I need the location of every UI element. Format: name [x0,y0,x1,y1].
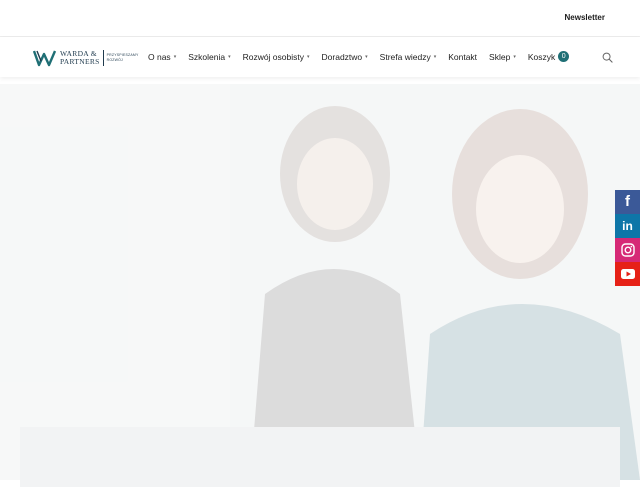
content-card [20,427,620,487]
logo-w-icon [33,50,57,67]
chevron-down-icon: ▾ [365,53,368,60]
menu-item-label: Sklep [489,51,511,62]
main-navbar: WARDA & PARTNERS PRZYSPIESZAMY ROZWÓJ O … [0,37,640,77]
chevron-down-icon: ▾ [433,53,437,60]
chevron-down-icon: ▾ [513,53,516,60]
hero-banner [0,84,640,480]
menu-item-label: Doradztwo [321,51,363,62]
logo-divider [102,50,104,66]
logo[interactable]: WARDA & PARTNERS PRZYSPIESZAMY ROZWÓJ [33,48,139,68]
facebook-icon[interactable]: f [615,190,640,214]
cart-count-badge: 0 [558,51,570,62]
youtube-glyph [620,269,635,279]
chevron-down-icon: ▾ [228,53,231,60]
social-sidebar: f in [615,190,640,286]
menu-item-label: Kontakt [448,51,478,62]
instagram-glyph [620,243,635,257]
menu-item-kontakt[interactable]: Kontakt [448,52,477,62]
menu-item-strefa-wiedzy[interactable]: Strefa wiedzy ▾ [380,52,437,62]
youtube-icon[interactable] [615,262,640,286]
newsletter-link[interactable]: Newsletter [565,13,605,22]
search-icon[interactable] [602,52,613,63]
menu-item-szkolenia[interactable]: Szkolenia ▾ [188,52,230,62]
menu-item-label: Strefa wiedzy [379,51,431,62]
menu-item-label: O nas [148,51,171,62]
main-menu: O nas ▾ Szkolenia ▾ Rozwój osobisty ▾ Dorad… [148,51,581,62]
logo-tagline-2: ROZWÓJ [106,58,123,62]
chevron-down-icon: ▾ [173,53,177,60]
linkedin-icon[interactable]: in [615,214,640,238]
cart-label: Koszyk [527,51,556,62]
menu-item-rozwoj-osobisty[interactable]: Rozwój osobisty ▾ [243,52,310,62]
menu-item-label: Rozwój osobisty [242,51,304,62]
menu-item-sklep[interactable]: Sklep ▾ [489,52,516,62]
cart-link[interactable]: Koszyk 0 [527,51,570,62]
menu-item-doradztwo[interactable]: Doradztwo ▾ [322,52,368,62]
instagram-icon[interactable] [615,238,640,262]
chevron-down-icon: ▾ [307,53,310,60]
logo-tagline: PRZYSPIESZAMY ROZWÓJ [107,53,139,63]
hero-overlay [0,84,640,480]
logo-wordmark: WARDA & PARTNERS [60,50,100,66]
top-bar: Newsletter [0,0,640,37]
logo-line2: PARTNERS [60,57,100,66]
menu-item-label: Szkolenia [188,51,226,62]
menu-item-o-nas[interactable]: O nas ▾ [148,52,176,62]
